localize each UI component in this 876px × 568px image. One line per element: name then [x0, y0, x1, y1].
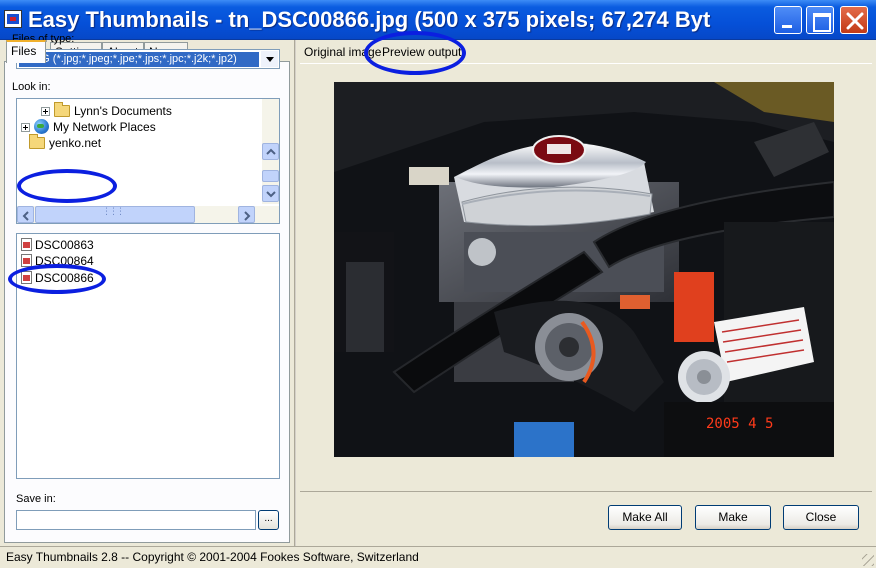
- expand-icon[interactable]: [41, 107, 50, 116]
- list-item[interactable]: DSC00864: [21, 253, 94, 269]
- image-file-icon: [21, 271, 32, 284]
- tree-item-label: Lynn's Documents: [74, 104, 172, 118]
- tree-item-yenko-net[interactable]: yenko.net: [29, 134, 102, 151]
- right-panel: Original image Preview output 2005 4 5 M…: [296, 40, 876, 546]
- scroll-down-icon[interactable]: [262, 185, 279, 202]
- tree-item-label: My Network Places: [53, 120, 156, 134]
- scroll-left-icon[interactable]: [17, 206, 34, 223]
- folder-tree[interactable]: Lynn's Documents My Network Places yenko…: [16, 98, 280, 224]
- tree-horizontal-scrollbar[interactable]: [17, 206, 279, 223]
- status-text: Easy Thumbnails 2.8 -- Copyright © 2001-…: [6, 550, 419, 564]
- tab-files[interactable]: Files: [6, 40, 46, 63]
- window-title: Easy Thumbnails - tn_DSC00866.jpg (500 x…: [28, 7, 711, 32]
- save-in-input[interactable]: [16, 510, 256, 530]
- image-file-icon: [21, 238, 32, 251]
- tab-preview-output[interactable]: Preview output: [382, 44, 461, 62]
- files-of-type-select[interactable]: JPEG (*.jpg;*.jpeg;*.jpe;*.jps;*.jpc;*.j…: [16, 49, 280, 69]
- tree-item-lynns-documents[interactable]: Lynn's Documents: [41, 102, 172, 119]
- file-name: DSC00863: [35, 238, 94, 252]
- network-places-icon: [34, 119, 49, 134]
- look-in-label: Look in:: [12, 81, 51, 93]
- open-folder-icon: [29, 134, 45, 149]
- image-file-icon: [21, 254, 32, 267]
- folder-icon: [54, 102, 70, 117]
- tree-item-label: yenko.net: [49, 136, 102, 150]
- file-name: DSC00864: [35, 254, 94, 268]
- maximize-icon[interactable]: [806, 6, 834, 34]
- scroll-right-icon[interactable]: [238, 206, 255, 223]
- minimize-icon[interactable]: [774, 6, 802, 34]
- chevron-down-icon[interactable]: [261, 51, 278, 67]
- expand-icon[interactable]: [21, 123, 30, 132]
- file-list[interactable]: DSC00863 DSC00864 DSC00866: [16, 233, 280, 479]
- thumbnail-preview-image: 2005 4 5: [334, 82, 834, 457]
- close-icon[interactable]: [840, 6, 868, 34]
- resize-grip-icon[interactable]: [862, 554, 874, 566]
- files-of-type-value: JPEG (*.jpg;*.jpeg;*.jpe;*.jps;*.jpc;*.j…: [19, 52, 259, 67]
- title-bar[interactable]: Easy Thumbnails - tn_DSC00866.jpg (500 x…: [0, 0, 876, 40]
- status-bar: Easy Thumbnails 2.8 -- Copyright © 2001-…: [0, 546, 876, 568]
- make-button[interactable]: Make: [695, 505, 771, 530]
- date-stamp: 2005 4 5: [706, 416, 773, 432]
- horizontal-scroll-thumb[interactable]: [35, 206, 195, 223]
- vertical-scroll-thumb[interactable]: [262, 170, 279, 182]
- list-item[interactable]: DSC00866: [21, 270, 94, 286]
- browse-button[interactable]: ...: [258, 510, 279, 530]
- tree-vertical-scrollbar[interactable]: [262, 99, 279, 204]
- app-icon[interactable]: [4, 10, 22, 28]
- tree-item-my-network-places[interactable]: My Network Places: [21, 119, 156, 135]
- close-button[interactable]: Close: [783, 505, 859, 530]
- scroll-up-icon[interactable]: [262, 143, 279, 160]
- tab-original-image[interactable]: Original image: [304, 44, 381, 62]
- list-item[interactable]: DSC00863: [21, 237, 94, 253]
- app-window: Easy Thumbnails - tn_DSC00866.jpg (500 x…: [0, 0, 876, 568]
- file-name: DSC00866: [35, 271, 94, 285]
- save-in-label: Save in:: [16, 493, 56, 505]
- make-all-button[interactable]: Make All: [608, 505, 682, 530]
